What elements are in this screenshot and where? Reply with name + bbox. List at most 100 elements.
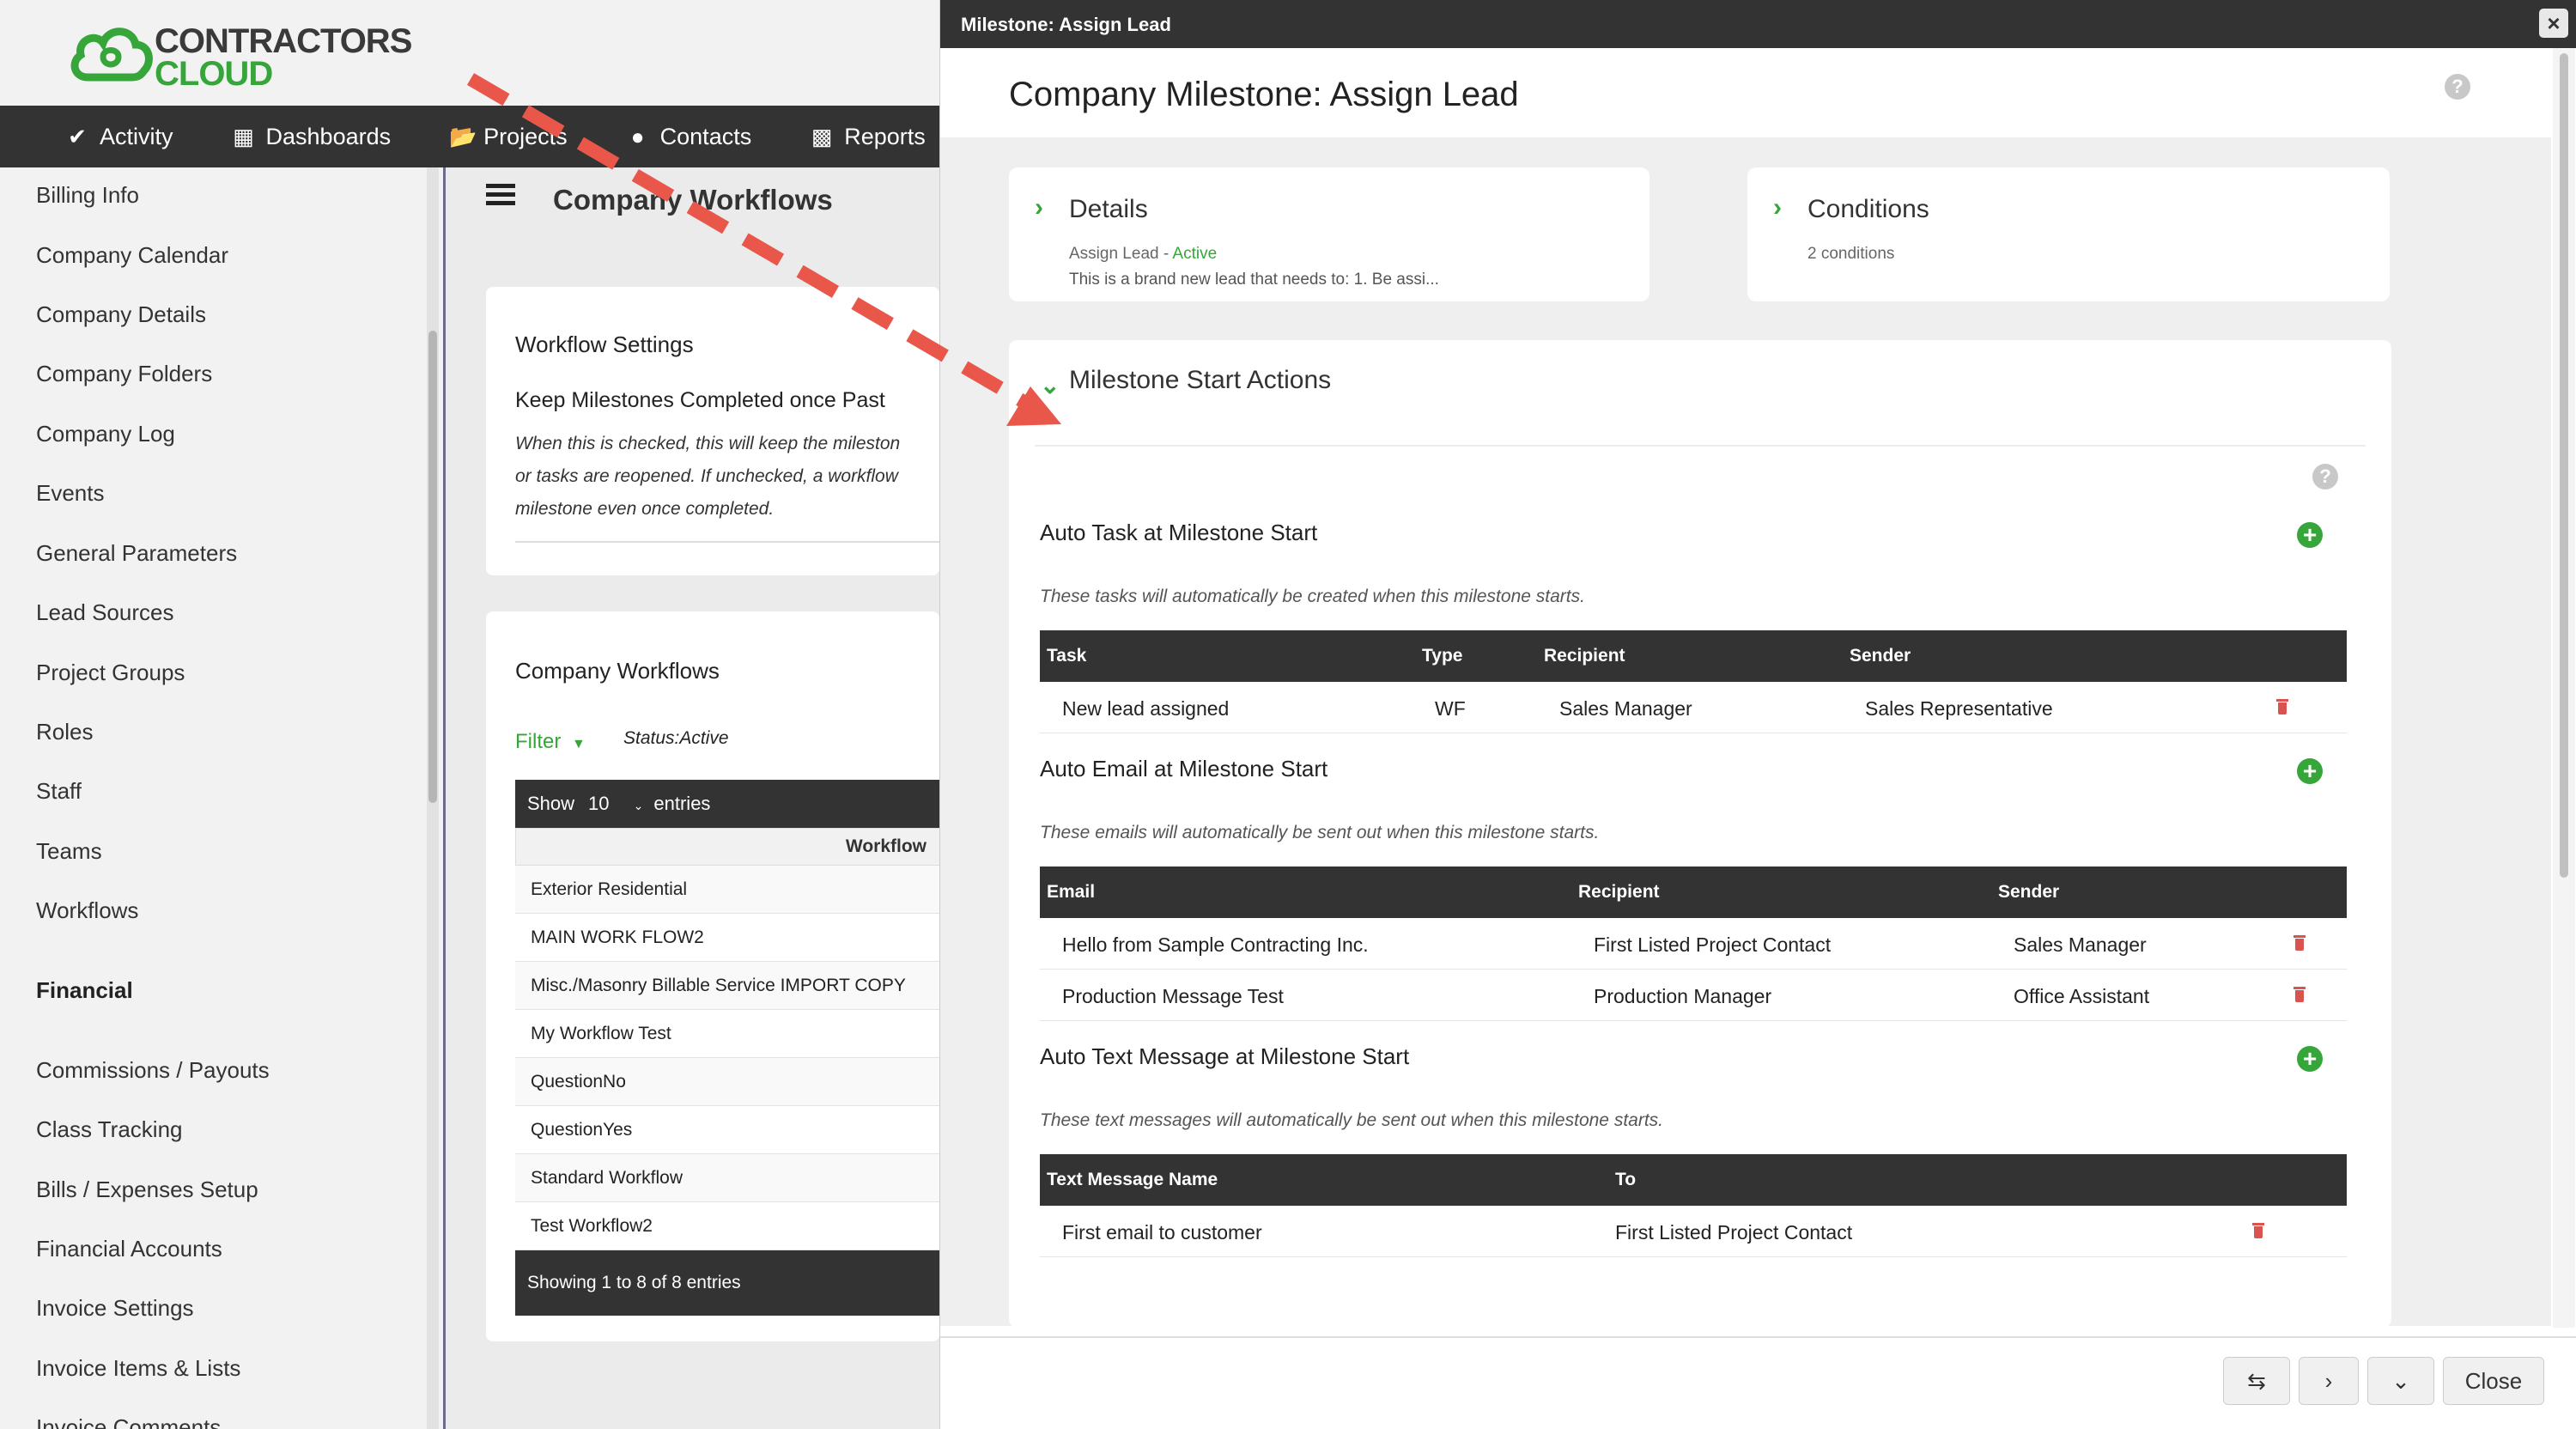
sidebar-item-invoice-items[interactable]: Invoice Items & Lists bbox=[36, 1355, 240, 1382]
top-navigation: ✔ Activity ▦ Dashboards 📂 Projects ● Con… bbox=[0, 106, 939, 167]
conditions-summary: 2 conditions bbox=[1807, 245, 1895, 263]
next-button[interactable]: › bbox=[2299, 1357, 2359, 1405]
add-email-button[interactable]: + bbox=[2297, 758, 2323, 784]
sidebar-item-company-details[interactable]: Company Details bbox=[36, 301, 206, 328]
column-header-type: Type bbox=[1422, 646, 1463, 666]
column-header-workflow[interactable]: Workflow bbox=[515, 828, 939, 866]
check-circle-icon: ✔ bbox=[68, 123, 87, 149]
help-icon[interactable]: ? bbox=[2445, 74, 2470, 100]
hamburger-menu-icon[interactable] bbox=[486, 184, 515, 206]
sidebar-item-company-log[interactable]: Company Log bbox=[36, 421, 175, 447]
auto-text-table: Text Message Name To First email to cust… bbox=[1040, 1154, 2347, 1257]
column-header-sender: Sender bbox=[1850, 646, 1911, 666]
trash-icon[interactable] bbox=[2293, 987, 2306, 1002]
modal-body: › Details Assign Lead - Active This is a… bbox=[940, 137, 2551, 1328]
separator: - bbox=[1158, 245, 1173, 263]
sidebar-item-company-calendar[interactable]: Company Calendar bbox=[36, 242, 228, 269]
nav-label: Contacts bbox=[659, 123, 752, 149]
nav-label: Projects bbox=[483, 123, 568, 149]
contractors-cloud-logo[interactable]: CONTRACTORS CLOUD bbox=[69, 21, 412, 93]
sidebar-heading-financial: Financial bbox=[36, 977, 133, 1003]
scrollbar-thumb[interactable] bbox=[2560, 53, 2568, 878]
table-row[interactable]: Misc./Masonry Billable Service IMPORT CO… bbox=[515, 962, 939, 1010]
table-row[interactable]: QuestionNo bbox=[515, 1058, 939, 1106]
nav-projects[interactable]: 📂 Projects bbox=[449, 124, 568, 150]
nav-dashboards[interactable]: ▦ Dashboards bbox=[232, 123, 391, 150]
conditions-card[interactable]: › Conditions 2 conditions bbox=[1747, 167, 2390, 301]
close-icon[interactable]: × bbox=[2539, 9, 2568, 38]
sidebar-item-project-groups[interactable]: Project Groups bbox=[36, 660, 185, 686]
text-name: First email to customer bbox=[1062, 1221, 1262, 1244]
email-sender: Sales Manager bbox=[2014, 933, 2147, 956]
help-icon[interactable]: ? bbox=[2312, 464, 2338, 490]
add-text-button[interactable]: + bbox=[2297, 1046, 2323, 1072]
nav-activity[interactable]: ✔ Activity bbox=[65, 124, 173, 150]
sidebar-item-general-parameters[interactable]: General Parameters bbox=[36, 540, 237, 567]
table-row[interactable]: Test Workflow2 bbox=[515, 1202, 939, 1250]
filter-label: Filter bbox=[515, 730, 562, 753]
entries-select[interactable]: 10 ⌄ bbox=[588, 793, 643, 815]
scrollbar-thumb[interactable] bbox=[428, 331, 437, 803]
keep-milestones-option[interactable]: Keep Milestones Completed once Past bbox=[515, 388, 885, 413]
page-title: Company Workflows bbox=[553, 184, 833, 216]
add-task-button[interactable]: + bbox=[2297, 522, 2323, 548]
chevron-down-icon[interactable]: ⌄ bbox=[1040, 371, 1060, 399]
grid-icon: ▦ bbox=[233, 123, 254, 149]
sidebar-item-events[interactable]: Events bbox=[36, 480, 105, 507]
swap-arrows-button[interactable]: ⇆ bbox=[2223, 1357, 2290, 1405]
table-row[interactable]: First email to customer First Listed Pro… bbox=[1040, 1206, 2347, 1257]
nav-contacts[interactable]: ● Contacts bbox=[626, 123, 752, 150]
milestone-name: Assign Lead bbox=[1069, 245, 1159, 263]
conditions-title: Conditions bbox=[1807, 195, 1929, 223]
milestone-modal: Milestone: Assign Lead × Company Milesto… bbox=[939, 0, 2576, 1429]
table-row[interactable]: Production Message Test Production Manag… bbox=[1040, 970, 2347, 1021]
task-type: WF bbox=[1435, 697, 1466, 720]
table-row[interactable]: Exterior Residential bbox=[515, 866, 939, 914]
nav-label: Reports bbox=[844, 123, 926, 149]
details-summary: Assign Lead - Active bbox=[1069, 245, 1217, 264]
chevron-down-button[interactable]: ⌄ bbox=[2367, 1357, 2434, 1405]
filter-dropdown[interactable]: Filter ▼ bbox=[515, 730, 586, 754]
sidebar-item-class-tracking[interactable]: Class Tracking bbox=[36, 1116, 183, 1143]
text-to: First Listed Project Contact bbox=[1615, 1221, 1853, 1244]
close-button[interactable]: Close bbox=[2443, 1357, 2544, 1405]
sidebar-scrollbar[interactable] bbox=[427, 167, 439, 1429]
desc-line: milestone even once completed. bbox=[515, 499, 775, 519]
task-recipient: Sales Manager bbox=[1559, 697, 1692, 720]
sidebar-item-workflows[interactable]: Workflows bbox=[36, 897, 138, 924]
nav-reports[interactable]: ▩ Reports bbox=[810, 124, 926, 150]
table-row[interactable]: Standard Workflow bbox=[515, 1154, 939, 1202]
sidebar-item-staff[interactable]: Staff bbox=[36, 778, 82, 805]
table-row[interactable]: My Workflow Test bbox=[515, 1010, 939, 1058]
auto-task-title: Auto Task at Milestone Start bbox=[1040, 520, 1318, 545]
entries-label: entries bbox=[653, 793, 711, 814]
table-row[interactable]: Hello from Sample Contracting Inc. First… bbox=[1040, 918, 2347, 970]
status-badge: Active bbox=[1172, 245, 1218, 263]
table-row[interactable]: MAIN WORK FLOW2 bbox=[515, 914, 939, 962]
sidebar-item-company-folders[interactable]: Company Folders bbox=[36, 361, 212, 387]
table-row[interactable]: QuestionYes bbox=[515, 1106, 939, 1154]
email-name: Hello from Sample Contracting Inc. bbox=[1062, 933, 1369, 956]
sidebar-item-lead-sources[interactable]: Lead Sources bbox=[36, 599, 173, 626]
sidebar-item-commissions[interactable]: Commissions / Payouts bbox=[36, 1057, 270, 1084]
trash-icon[interactable] bbox=[2293, 935, 2306, 951]
modal-footer: ⇆ › ⌄ Close bbox=[940, 1336, 2576, 1429]
auto-email-title: Auto Email at Milestone Start bbox=[1040, 756, 1328, 781]
task-sender: Sales Representative bbox=[1865, 697, 2053, 720]
details-card[interactable]: › Details Assign Lead - Active This is a… bbox=[1009, 167, 1649, 301]
milestone-start-actions-title[interactable]: Milestone Start Actions bbox=[1069, 366, 1331, 395]
users-icon: ● bbox=[630, 123, 645, 149]
table-row[interactable]: New lead assigned WF Sales Manager Sales… bbox=[1040, 682, 2347, 733]
sidebar-item-invoice-comments[interactable]: Invoice Comments bbox=[36, 1414, 221, 1429]
sidebar-item-billing-info[interactable]: Billing Info bbox=[36, 182, 139, 209]
sidebar-item-invoice-settings[interactable]: Invoice Settings bbox=[36, 1295, 194, 1322]
sidebar-item-roles[interactable]: Roles bbox=[36, 719, 93, 745]
sidebar-item-financial-accounts[interactable]: Financial Accounts bbox=[36, 1236, 222, 1262]
modal-scrollbar[interactable] bbox=[2553, 48, 2575, 1328]
sidebar-item-teams[interactable]: Teams bbox=[36, 838, 102, 865]
details-description: This is a brand new lead that needs to: … bbox=[1069, 271, 1439, 289]
sidebar-item-bills-expenses[interactable]: Bills / Expenses Setup bbox=[36, 1177, 258, 1203]
table-header: Email Recipient Sender bbox=[1040, 867, 2347, 918]
trash-icon[interactable] bbox=[2276, 699, 2288, 714]
trash-icon[interactable] bbox=[2252, 1223, 2264, 1238]
